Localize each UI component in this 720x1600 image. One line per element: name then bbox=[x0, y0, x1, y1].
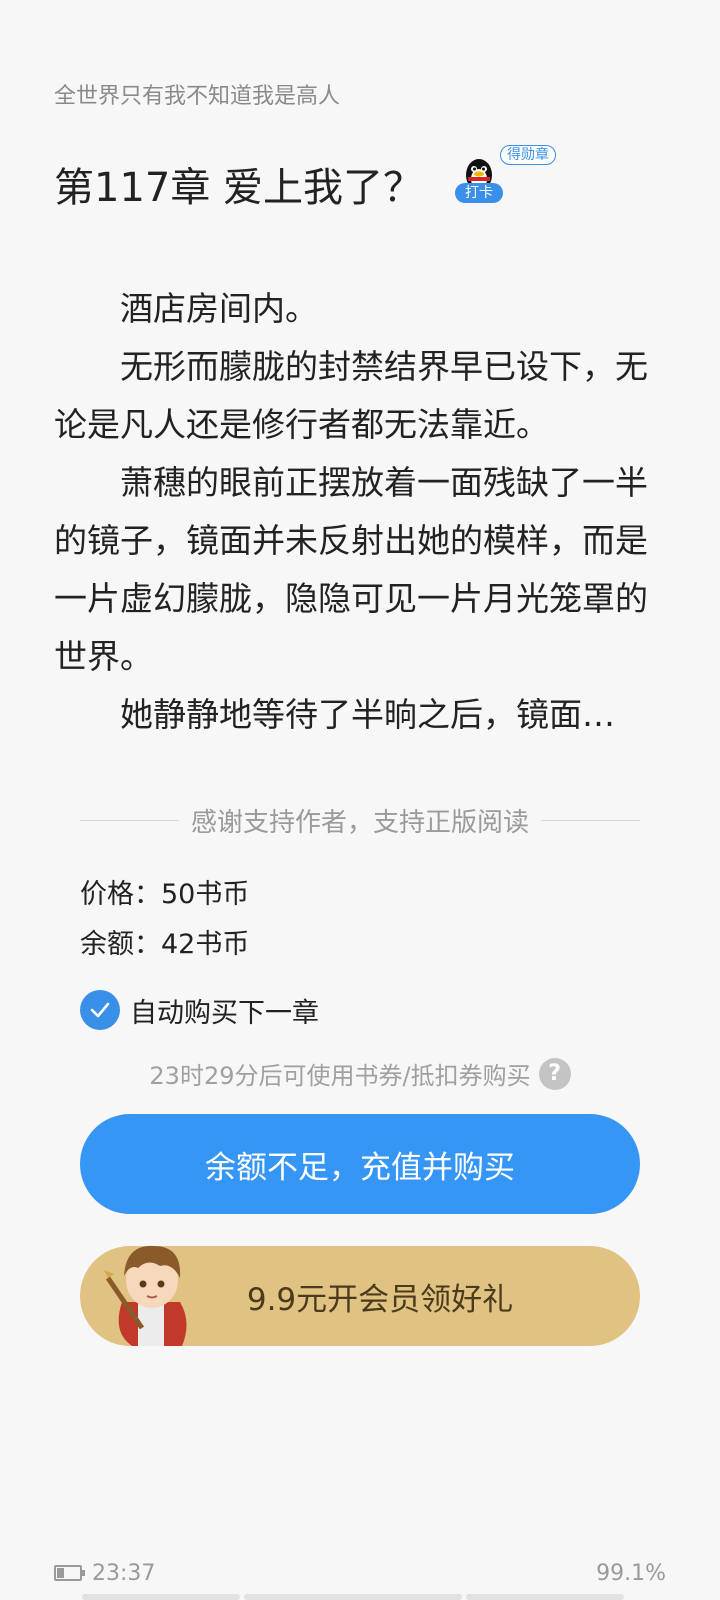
support-divider: 感谢支持作者，支持正版阅读 bbox=[80, 798, 641, 842]
checkin-badge[interactable]: 得勋章 打卡 bbox=[455, 145, 565, 215]
nav-hint-bar bbox=[466, 1594, 624, 1600]
chapter-content: 酒店房间内。 无形而朦胧的封禁结界早已设下，无论是凡人还是修行者都无法靠近。 萧… bbox=[54, 280, 674, 744]
reading-progress: 99.1% bbox=[596, 1560, 666, 1586]
coupon-note-text: 23时29分后可使用书券/抵扣券购买 bbox=[149, 1062, 531, 1090]
reader-status-bar: 23:37 99.1% bbox=[54, 1558, 666, 1588]
divider-line bbox=[541, 819, 641, 821]
help-icon[interactable]: ? bbox=[538, 1057, 571, 1090]
auto-buy-label[interactable]: 自动购买下一章 bbox=[130, 991, 319, 1030]
checkmark-icon bbox=[90, 1002, 110, 1018]
coupon-note: 23时29分后可使用书券/抵扣券购买 ? bbox=[0, 1056, 720, 1091]
clock-text: 23:37 bbox=[92, 1560, 156, 1586]
auto-buy-toggle[interactable]: 自动购买下一章 bbox=[80, 990, 319, 1030]
support-text: 感谢支持作者，支持正版阅读 bbox=[191, 807, 530, 838]
nav-hint-bar bbox=[82, 1594, 240, 1600]
price-text: 价格：50书币 bbox=[80, 879, 250, 910]
mascot-avatar bbox=[104, 1245, 187, 1346]
paragraph: 萧穗的眼前正摆放着一面残缺了一半的镜子，镜面并未反射出她的模样，而是一片虚幻朦胧… bbox=[54, 463, 648, 676]
nav-hint-bar bbox=[244, 1594, 462, 1600]
paragraph: 酒店房间内。 bbox=[120, 289, 318, 328]
medal-label[interactable]: 得勋章 bbox=[500, 145, 556, 165]
battery-icon bbox=[54, 1565, 85, 1581]
chapter-title: 第117章 爱上我了？ bbox=[54, 165, 424, 211]
recharge-buy-button[interactable]: 余额不足，充值并购买 bbox=[80, 1114, 640, 1214]
balance-text: 余额：42书币 bbox=[80, 929, 250, 960]
divider-line bbox=[80, 819, 179, 821]
checkin-label[interactable]: 打卡 bbox=[455, 183, 503, 203]
paragraph: 无形而朦胧的封禁结界早已设下，无论是凡人还是修行者都无法靠近。 bbox=[54, 347, 648, 444]
vip-button-label[interactable]: 9.9元开会员领好礼 bbox=[247, 1274, 513, 1319]
book-title: 全世界只有我不知道我是高人 bbox=[54, 84, 341, 109]
paragraph: 她静静地等待了半晌之后，镜面… bbox=[120, 695, 615, 734]
checkbox-checked-icon[interactable] bbox=[80, 990, 120, 1030]
